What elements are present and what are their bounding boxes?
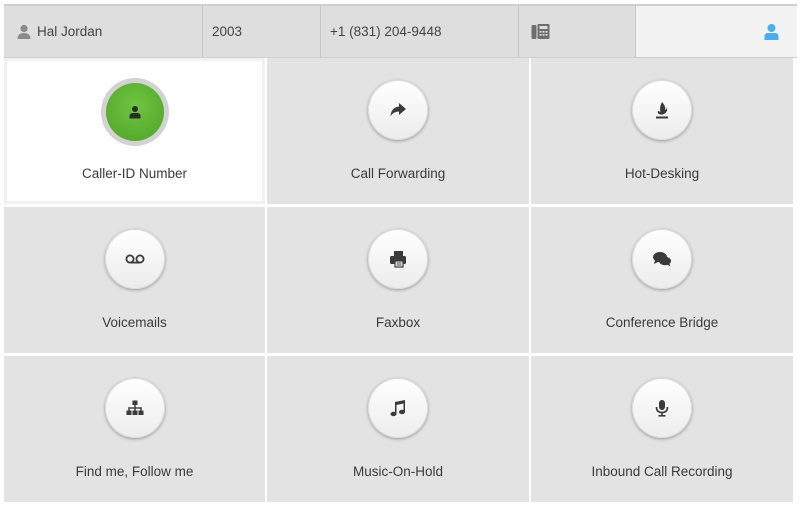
conference-bridge-button[interactable]: [632, 229, 692, 289]
tile-label: Inbound Call Recording: [591, 464, 733, 479]
music-note-icon: [390, 399, 406, 417]
tile-label: Caller-ID Number: [81, 166, 188, 181]
device-cell[interactable]: [519, 6, 636, 57]
tile-inbound-call-recording[interactable]: Inbound Call Recording: [531, 356, 793, 502]
extension-cell[interactable]: 2003: [203, 6, 321, 57]
faxbox-button[interactable]: [368, 229, 428, 289]
user-icon: [128, 105, 142, 119]
fax-icon: [389, 250, 407, 268]
tile-label: Voicemails: [102, 315, 167, 330]
tile-hot-desking[interactable]: Hot-Desking: [531, 58, 793, 204]
user-name-cell[interactable]: Hal Jordan: [4, 6, 203, 57]
user-icon: [16, 24, 32, 39]
phone-number: +1 (831) 204-9448: [330, 24, 442, 39]
fire-icon: [654, 101, 670, 119]
voicemails-button[interactable]: [104, 229, 165, 289]
user-icon: [764, 23, 779, 40]
music-on-hold-button[interactable]: [368, 378, 428, 438]
voicemail-icon: [125, 254, 145, 264]
tile-label: Music-On-Hold: [352, 464, 444, 479]
tile-call-forwarding[interactable]: Call Forwarding: [267, 58, 529, 204]
phone-number-cell[interactable]: +1 (831) 204-9448: [321, 6, 519, 57]
desk-phone-icon: [531, 23, 550, 40]
hot-desking-button[interactable]: [632, 80, 692, 140]
call-forwarding-button[interactable]: [368, 80, 428, 140]
inbound-call-recording-button[interactable]: [632, 378, 692, 438]
microphone-icon: [655, 399, 669, 417]
tile-caller-id-number[interactable]: Caller-ID Number: [4, 58, 265, 204]
chat-bubbles-icon: [652, 251, 672, 267]
header-bar: Hal Jordan 2003 +1 (831) 204-9448: [4, 6, 797, 57]
extension-number: 2003: [212, 24, 243, 39]
tile-find-me-follow-me[interactable]: Find me, Follow me: [4, 356, 265, 502]
app-frame: Hal Jordan 2003 +1 (831) 204-9448 Caller…: [4, 4, 797, 508]
feature-grid: Caller-ID Number Call Forwarding Hot-Des…: [4, 58, 797, 508]
tile-label: Faxbox: [375, 315, 421, 330]
share-arrow-icon: [389, 102, 407, 118]
account-cell[interactable]: [636, 6, 797, 57]
tile-music-on-hold[interactable]: Music-On-Hold: [267, 356, 529, 502]
tile-label: Call Forwarding: [350, 166, 446, 181]
tile-conference-bridge[interactable]: Conference Bridge: [531, 207, 793, 353]
caller-id-button[interactable]: [100, 78, 169, 146]
sitemap-icon: [126, 400, 144, 416]
tile-voicemails[interactable]: Voicemails: [4, 207, 265, 353]
find-me-follow-me-button[interactable]: [104, 378, 165, 438]
tile-faxbox[interactable]: Faxbox: [267, 207, 529, 353]
tile-label: Hot-Desking: [624, 166, 700, 181]
tile-label: Conference Bridge: [605, 315, 719, 330]
tile-label: Find me, Follow me: [75, 464, 194, 479]
user-name: Hal Jordan: [37, 24, 103, 39]
